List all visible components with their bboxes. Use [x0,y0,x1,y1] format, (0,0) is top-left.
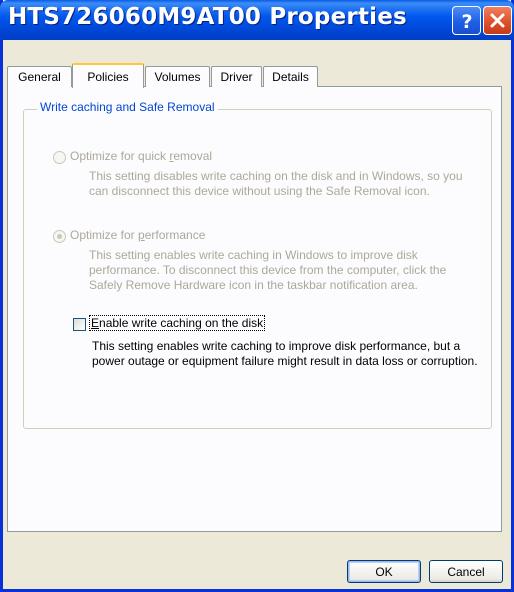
write-caching-description: This setting enables write caching to im… [92,339,478,368]
enable-write-caching-checkbox[interactable] [73,318,86,331]
enable-write-caching-label[interactable]: Enable write caching on the disk [88,315,266,331]
quick-removal-description: This setting disables write caching on t… [89,169,463,198]
radio-selected-dot [57,234,62,239]
tab-driver-label: Driver [220,70,253,84]
performance-description: This setting enables write caching in Wi… [89,248,447,292]
checkbox-accelerator: E [91,316,100,330]
tab-policies-label: Policies [87,69,129,84]
help-button[interactable]: ? [452,6,481,35]
tab-policies[interactable]: Policies [72,63,144,88]
tab-general[interactable]: General [7,66,72,87]
cancel-button[interactable]: Cancel [429,560,503,583]
help-icon: ? [461,11,472,32]
svg-text:?: ? [461,11,472,32]
tab-general-label: General [18,70,61,84]
tab-details[interactable]: Details [263,66,318,87]
checkbox-label-post: nable write caching on the disk [99,316,264,330]
tab-volumes-label: Volumes [154,70,201,84]
close-button[interactable] [483,6,512,35]
window-title: HTS726060M9AT00 Properties [8,4,407,30]
close-icon [490,13,505,28]
title-bar[interactable]: HTS726060M9AT00 Properties ? [0,0,514,40]
quick-removal-label-pre: Optimize for quick [70,149,170,163]
performance-accelerator: p [138,228,145,242]
tab-volumes[interactable]: Volumes [145,66,210,87]
tab-details-label: Details [272,70,309,84]
ok-button[interactable]: OK [347,560,421,583]
performance-label-post: erformance [144,228,206,242]
performance-radio[interactable] [53,230,66,243]
quick-removal-label-post: emoval [173,149,213,163]
groupbox-label: Write caching and Safe Removal [37,100,218,114]
performance-label-pre: Optimize for [70,228,139,242]
quick-removal-label: Optimize for quick removal [70,149,212,163]
performance-label: Optimize for performance [70,228,205,242]
quick-removal-radio[interactable] [53,151,66,164]
tab-driver[interactable]: Driver [211,66,262,87]
